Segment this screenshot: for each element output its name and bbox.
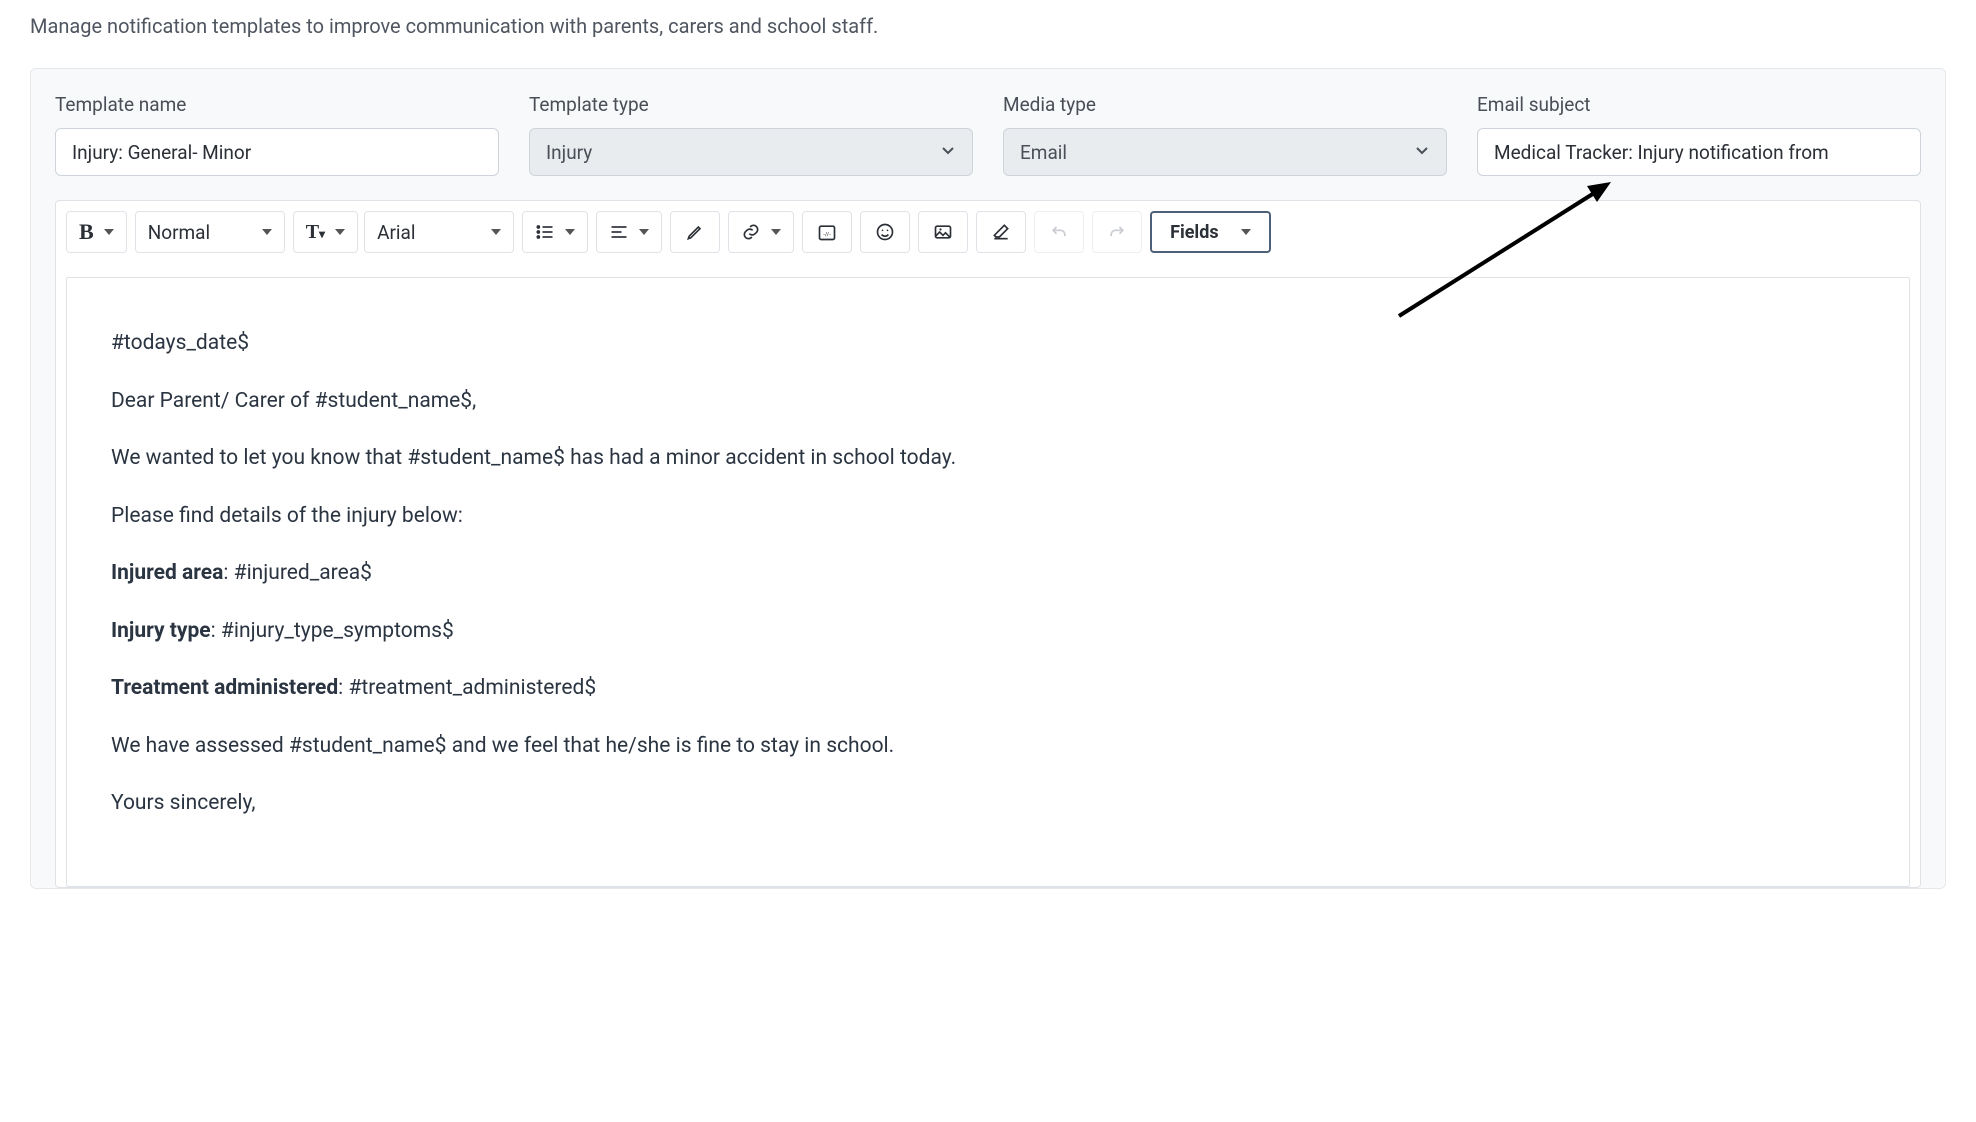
undo-button[interactable] (1034, 211, 1084, 253)
undo-icon (1049, 222, 1069, 242)
email-subject-field: Email subject (1477, 93, 1921, 176)
media-type-value: Email (1020, 141, 1067, 164)
font-family-value: Arial (377, 221, 415, 244)
fields-dropdown[interactable]: Fields (1150, 211, 1271, 253)
template-type-select[interactable]: Injury (529, 128, 973, 176)
link-dropdown[interactable] (728, 211, 794, 253)
format-painter-button[interactable] (670, 211, 720, 253)
chevron-down-icon (1414, 142, 1430, 162)
editor-content[interactable]: #todays_date$ Dear Parent/ Carer of #stu… (66, 277, 1910, 887)
pen-icon (685, 222, 705, 242)
insert-date-button[interactable]: -//- (802, 211, 852, 253)
template-name-input[interactable] (55, 128, 499, 176)
image-icon (933, 222, 953, 242)
paragraph-format-select[interactable]: Normal (135, 211, 285, 253)
text-style-dropdown[interactable]: T▾ (293, 211, 358, 253)
fields-button-label: Fields (1170, 222, 1219, 243)
media-type-label: Media type (1003, 93, 1447, 116)
caret-down-icon (104, 229, 114, 235)
eraser-button[interactable] (976, 211, 1026, 253)
svg-text:-//-: -//- (823, 232, 831, 238)
media-type-field: Media type Email (1003, 93, 1447, 176)
caret-down-icon (262, 229, 272, 235)
body-line: Treatment administered: #treatment_admin… (111, 673, 1865, 705)
body-line: Dear Parent/ Carer of #student_name$, (111, 386, 1865, 418)
align-icon (609, 222, 629, 242)
caret-down-icon (639, 229, 649, 235)
chevron-down-icon (940, 142, 956, 162)
rich-text-editor: B Normal T▾ Arial (55, 200, 1921, 888)
body-line: Yours sincerely, (111, 788, 1865, 820)
list-dropdown[interactable] (522, 211, 588, 253)
emoji-icon (875, 222, 895, 242)
date-icon: -//- (817, 222, 837, 242)
text-style-icon: T▾ (306, 221, 325, 244)
redo-button[interactable] (1092, 211, 1142, 253)
caret-down-icon (771, 229, 781, 235)
bold-dropdown[interactable]: B (66, 211, 127, 253)
template-name-field: Template name (55, 93, 499, 176)
email-subject-input[interactable] (1477, 128, 1921, 176)
body-line: We wanted to let you know that #student_… (111, 443, 1865, 475)
body-line: Please find details of the injury below: (111, 501, 1865, 533)
caret-down-icon (1241, 229, 1251, 235)
template-editor-panel: Template name Template type Injury Media… (30, 68, 1946, 889)
template-type-label: Template type (529, 93, 973, 116)
redo-icon (1107, 222, 1127, 242)
template-name-label: Template name (55, 93, 499, 116)
paragraph-format-value: Normal (148, 221, 210, 244)
body-line: Injured area: #injured_area$ (111, 558, 1865, 590)
bold-icon: B (79, 219, 94, 245)
emoji-button[interactable] (860, 211, 910, 253)
font-family-select[interactable]: Arial (364, 211, 514, 253)
email-subject-label: Email subject (1477, 93, 1921, 116)
eraser-icon (991, 222, 1011, 242)
body-line: Injury type: #injury_type_symptoms$ (111, 616, 1865, 648)
align-dropdown[interactable] (596, 211, 662, 253)
caret-down-icon (565, 229, 575, 235)
body-line: We have assessed #student_name$ and we f… (111, 731, 1865, 763)
link-icon (741, 222, 761, 242)
insert-image-button[interactable] (918, 211, 968, 253)
list-icon (535, 222, 555, 242)
editor-toolbar: B Normal T▾ Arial (66, 211, 1910, 263)
page-description: Manage notification templates to improve… (30, 14, 1946, 38)
media-type-select[interactable]: Email (1003, 128, 1447, 176)
template-type-value: Injury (546, 141, 592, 164)
caret-down-icon (491, 229, 501, 235)
body-line: #todays_date$ (111, 328, 1865, 360)
template-type-field: Template type Injury (529, 93, 973, 176)
caret-down-icon (335, 229, 345, 235)
